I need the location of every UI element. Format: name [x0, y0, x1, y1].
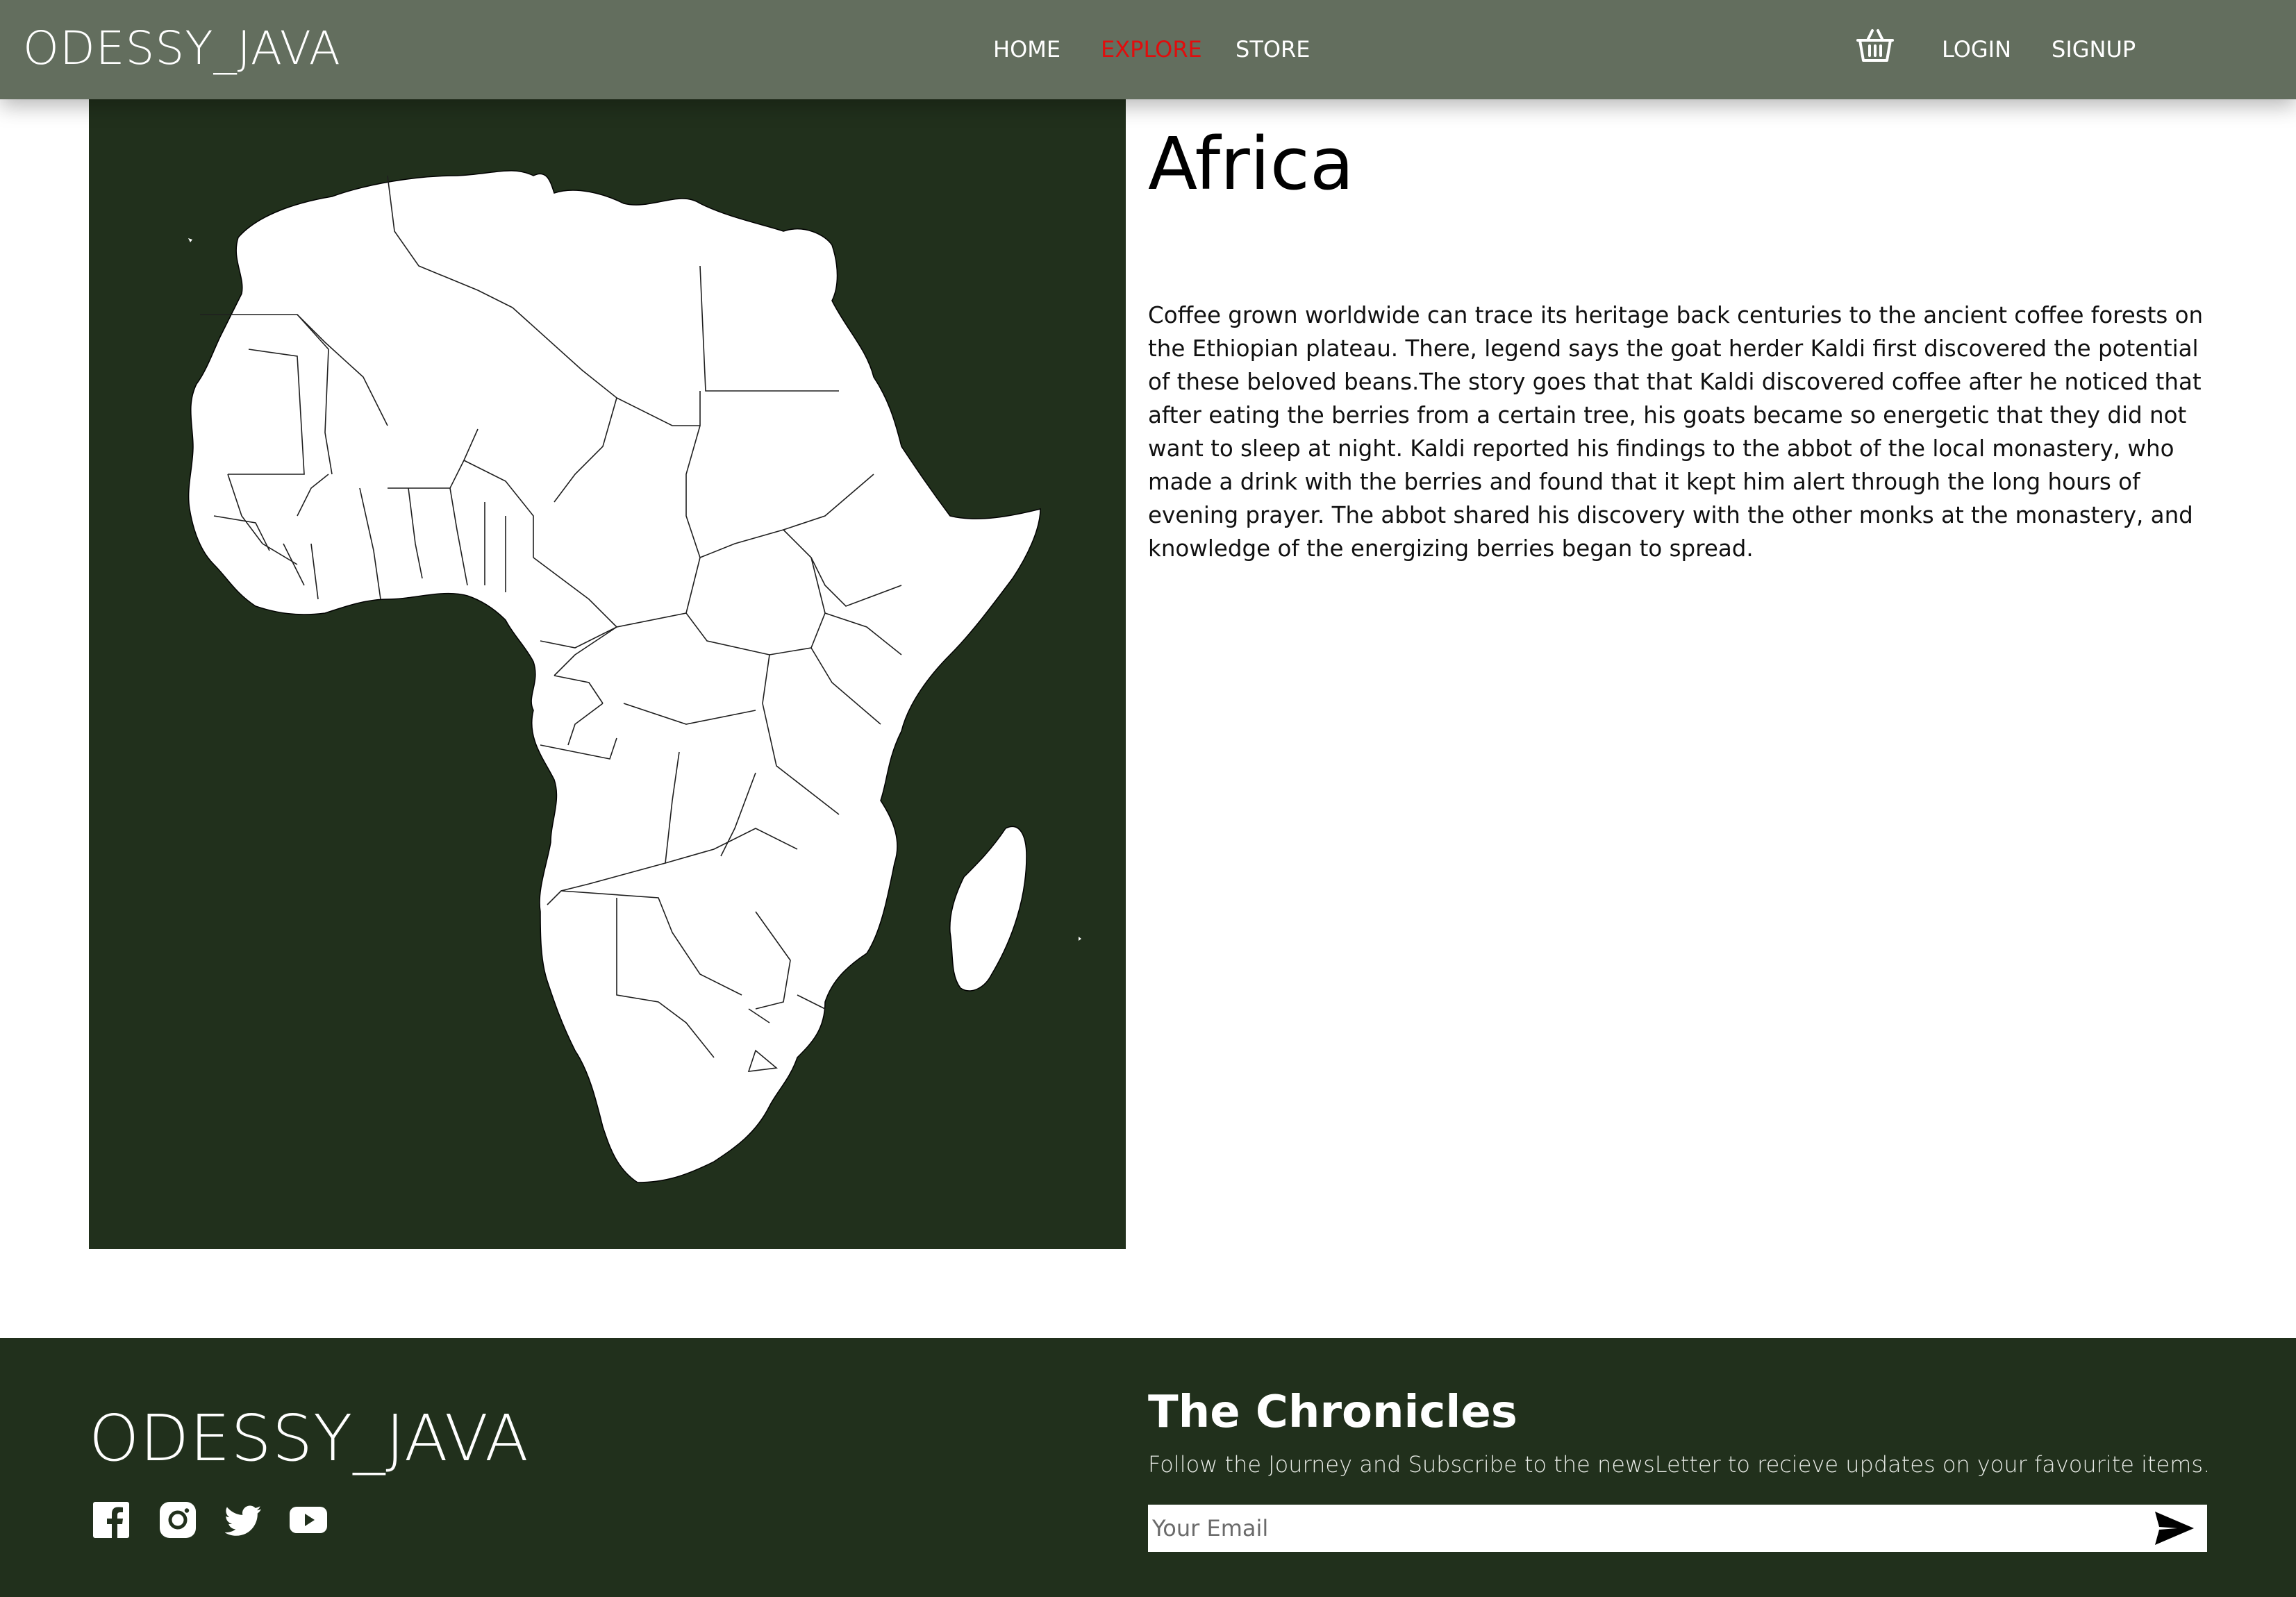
newsletter-form: [1148, 1505, 2207, 1552]
nav-link-home[interactable]: HOME: [993, 36, 1060, 62]
send-arrow-icon: [2155, 1512, 2194, 1545]
newsletter-title: The Chronicles: [1148, 1387, 1517, 1438]
top-navbar: ODESSY_JAVA HOME EXPLORE STORE LOGIN SIG…: [0, 0, 2296, 99]
twitter-icon[interactable]: [225, 1501, 263, 1539]
footer: ODESSY_JAVA The Chronicles Follow the Jo…: [0, 1338, 2296, 1597]
email-input[interactable]: [1148, 1505, 2134, 1552]
page-title: Africa: [1148, 122, 1354, 206]
facebook-icon[interactable]: [92, 1501, 130, 1539]
nav-link-store[interactable]: STORE: [1236, 36, 1311, 62]
login-link[interactable]: LOGIN: [1942, 36, 2011, 62]
article-body: Coffee grown worldwide can trace its her…: [1148, 302, 2204, 562]
shopping-basket-icon[interactable]: [1856, 28, 1895, 64]
nav-link-explore[interactable]: EXPLORE: [1101, 36, 1202, 62]
subscribe-button[interactable]: [2152, 1509, 2197, 1548]
youtube-icon[interactable]: [290, 1501, 327, 1539]
africa-map-panel: [89, 99, 1126, 1249]
newsletter-subtitle: Follow the Journey and Subscribe to the …: [1148, 1451, 2211, 1478]
signup-link[interactable]: SIGNUP: [2052, 36, 2136, 62]
africa-map: [188, 170, 1081, 1183]
instagram-icon[interactable]: [159, 1501, 197, 1539]
brand-logo[interactable]: ODESSY_JAVA: [23, 22, 341, 75]
footer-brand-logo[interactable]: ODESSY_JAVA: [89, 1401, 529, 1475]
